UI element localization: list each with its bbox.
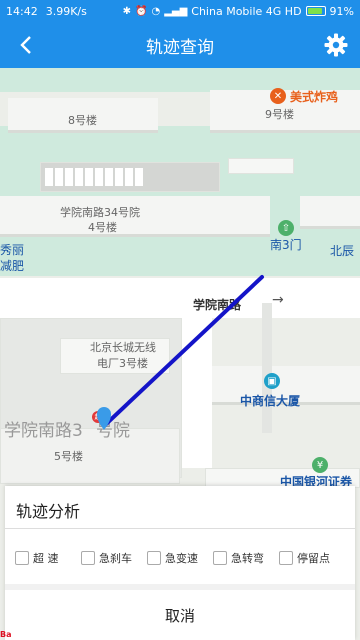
location-pin-icon[interactable] (97, 407, 111, 430)
checkbox[interactable] (81, 551, 95, 565)
battery-fill (307, 8, 323, 14)
option-sudden-speed-change[interactable]: 急变速 (147, 550, 213, 566)
checkbox[interactable] (147, 551, 161, 565)
status-right: ✱ ⏰ ◔ ▂▄▆ China Mobile 4G HD 91% (123, 5, 354, 18)
checkbox[interactable] (213, 551, 227, 565)
option-overspeed[interactable]: 超 速 (15, 550, 81, 566)
title-bar: 轨迹查询 (0, 22, 360, 68)
battery-percent: 91% (329, 4, 354, 18)
option-label: 急转弯 (231, 552, 264, 565)
back-button[interactable] (12, 32, 40, 58)
bluetooth-icon: ✱ (122, 5, 132, 17)
wifi-icon: ◔ (151, 5, 161, 17)
option-label: 超 速 (33, 552, 59, 565)
carrier: China Mobile 4G HD (191, 4, 302, 18)
checkbox[interactable] (279, 551, 293, 565)
track-line (102, 275, 264, 428)
divider (5, 528, 355, 529)
track-layer (97, 275, 264, 430)
checkbox[interactable] (15, 551, 29, 565)
settings-button[interactable] (322, 31, 350, 59)
signal-icon: ▂▄▆ (164, 5, 188, 17)
option-label: 急刹车 (99, 552, 132, 565)
chevron-left-icon (20, 36, 31, 54)
option-label: 停留点 (297, 552, 330, 565)
clock: 14:42 (6, 4, 38, 18)
map-logo: Ba (0, 630, 12, 639)
option-label: 急变速 (165, 552, 198, 565)
option-hard-brake[interactable]: 急刹车 (81, 550, 147, 566)
analysis-options: 超 速 急刹车 急变速 急转弯 停留点 (15, 550, 355, 566)
track-analysis-sheet: 轨迹分析 超 速 急刹车 急变速 急转弯 停留点 取消 (5, 486, 355, 640)
option-stop-point[interactable]: 停留点 (279, 550, 345, 566)
battery-icon (305, 6, 326, 16)
sheet-title: 轨迹分析 (16, 502, 81, 521)
status-bar: 14:42 3.99K/s ✱ ⏰ ◔ ▂▄▆ China Mobile 4G … (0, 0, 360, 22)
network-speed: 3.99K/s (45, 4, 87, 18)
cancel-button[interactable]: 取消 (5, 584, 355, 640)
alarm-icon: ⏰ (135, 5, 148, 17)
page-title: 轨迹查询 (146, 37, 214, 58)
gear-icon (324, 33, 348, 57)
option-sharp-turn[interactable]: 急转弯 (213, 550, 279, 566)
